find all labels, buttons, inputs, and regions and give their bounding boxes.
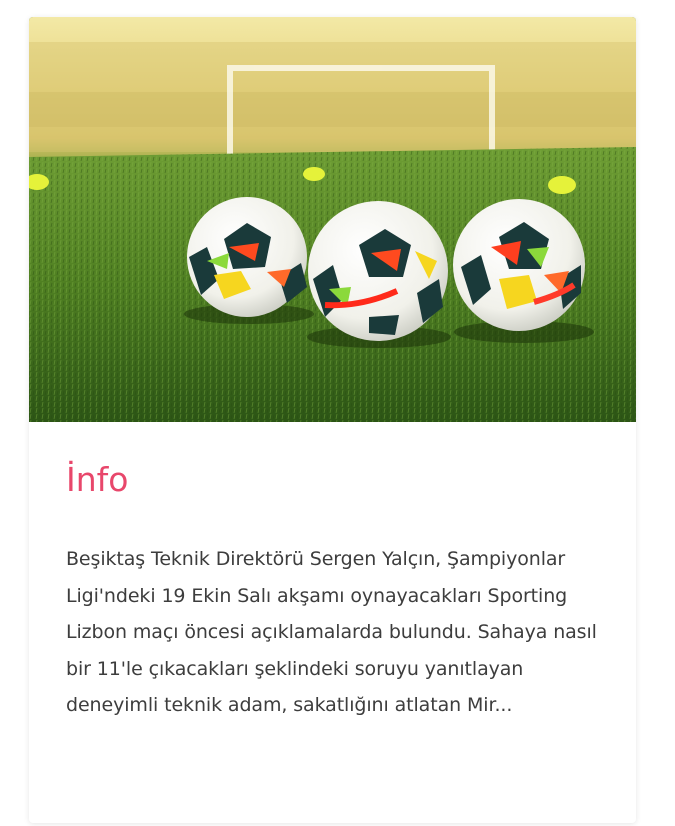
card-body: İnfo Beşiktaş Teknik Direktörü Sergen Ya… <box>29 422 636 724</box>
news-card[interactable]: İnfo Beşiktaş Teknik Direktörü Sergen Ya… <box>29 17 636 823</box>
card-excerpt: Beşiktaş Teknik Direktörü Sergen Yalçın,… <box>66 548 597 716</box>
card-image[interactable] <box>29 17 636 422</box>
card-title[interactable]: İnfo <box>66 458 600 502</box>
soccer-balls-photo <box>29 17 636 422</box>
soccer-ball-center <box>308 201 448 341</box>
soccer-ball-left <box>187 197 307 317</box>
soccer-ball-right <box>453 199 585 331</box>
